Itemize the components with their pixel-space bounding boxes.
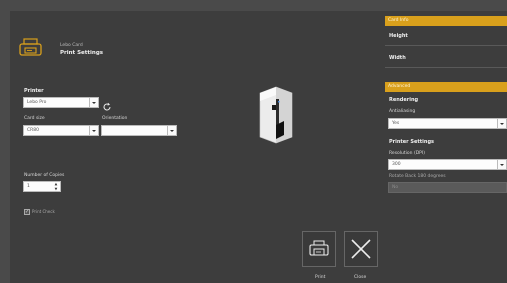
header-subtitle: Lebo Card: [60, 43, 83, 48]
printer-settings-title: Printer Settings: [389, 139, 434, 145]
print-settings-window: Lebo Card Print Settings Printer Lebo Pr…: [10, 11, 507, 283]
print-check-label: Print Check: [32, 209, 55, 214]
close-button-label: Close: [354, 275, 367, 280]
advanced-header: Advanced: [385, 82, 507, 92]
chevron-down-icon: [89, 98, 98, 107]
divider: [385, 45, 507, 46]
chevron-down-icon: [497, 119, 506, 128]
page-title: Print Settings: [60, 50, 104, 56]
rotate-value: No: [392, 185, 399, 190]
chevron-down-icon: [167, 126, 176, 135]
resolution-value: 300: [392, 162, 401, 167]
antialias-value: Yes: [392, 121, 400, 126]
close-button[interactable]: [344, 231, 378, 267]
resolution-select[interactable]: 300: [388, 159, 507, 170]
printer-icon: [309, 240, 329, 256]
printer-image: [246, 83, 304, 149]
close-icon: [351, 239, 371, 259]
card-size-select[interactable]: CR80: [23, 125, 99, 136]
print-button[interactable]: [302, 231, 336, 267]
copies-value: 1: [27, 184, 30, 189]
card-size-label: Card size: [24, 116, 45, 121]
copies-label: Number of Copies: [24, 173, 65, 178]
chevron-down-icon: [89, 126, 98, 135]
resolution-label: Resolution (DPI): [389, 151, 425, 156]
copies-stepper[interactable]: 1 ▲ ▼: [23, 181, 61, 192]
printer-select-value: Lebo Pro: [27, 100, 47, 105]
stepper-down-icon[interactable]: ▼: [52, 187, 60, 192]
card-printer-icon: [19, 38, 42, 57]
width-label: Width: [389, 55, 406, 61]
chevron-down-icon: [497, 160, 506, 169]
rendering-title: Rendering: [389, 97, 419, 103]
print-check-checkbox[interactable]: ✓: [24, 209, 30, 215]
printer-select[interactable]: Lebo Pro: [23, 97, 99, 108]
antialias-select[interactable]: Yes: [388, 118, 507, 129]
height-label: Height: [389, 33, 408, 39]
rotate-select[interactable]: No: [388, 182, 507, 193]
refresh-icon[interactable]: [102, 97, 112, 111]
rotate-label: Rotate Back 180 degrees: [389, 174, 446, 179]
card-size-value: CR80: [27, 128, 39, 133]
printer-label: Printer: [24, 88, 44, 94]
antialias-label: Antialiasing: [389, 109, 416, 114]
card-info-header: Card Info: [385, 16, 507, 26]
orientation-label: Orientation: [102, 116, 128, 121]
divider: [385, 67, 507, 68]
print-button-label: Print: [315, 275, 326, 280]
orientation-select[interactable]: [101, 125, 177, 136]
